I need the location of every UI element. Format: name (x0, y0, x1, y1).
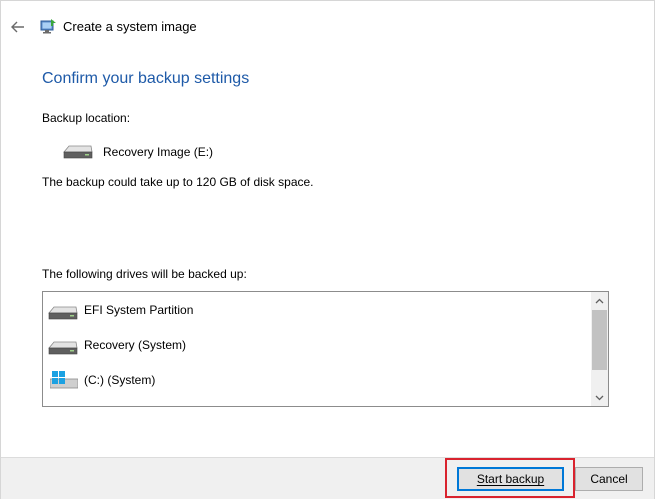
list-item[interactable]: (C:) (System) (48, 371, 588, 393)
list-item[interactable]: Recovery (System) (48, 336, 588, 358)
backup-location-label: Backup location: (42, 111, 131, 125)
scroll-down-button[interactable] (591, 389, 608, 406)
drive-name: EFI System Partition (84, 303, 194, 317)
title-bar: Create a system image (1, 1, 654, 53)
start-backup-button[interactable]: Start backup (457, 467, 564, 491)
scrollbar-thumb[interactable] (592, 310, 607, 370)
window-title: Create a system image (63, 19, 197, 34)
drive-name: Recovery (System) (84, 338, 187, 352)
back-arrow-icon (11, 21, 24, 33)
drives-list[interactable]: EFI System Partition Recovery (System) (… (42, 291, 609, 407)
drive-name: (C:) (System) (84, 373, 156, 387)
create-system-image-window: Create a system image Confirm your backu… (0, 0, 655, 499)
cancel-button[interactable]: Cancel (575, 467, 643, 491)
drives-label: The following drives will be backed up: (42, 267, 247, 281)
hard-drive-icon (63, 145, 93, 159)
system-image-backup-icon (40, 19, 56, 34)
list-item[interactable]: EFI System Partition (48, 301, 588, 323)
chevron-up-icon (595, 298, 604, 303)
chevron-down-icon (595, 395, 604, 400)
windows-logo-icon (50, 371, 78, 389)
vertical-scrollbar[interactable] (591, 292, 608, 406)
dialog-footer: Start backup Cancel (1, 457, 654, 499)
backup-location-name: Recovery Image (E:) (103, 145, 214, 159)
hard-drive-icon (48, 306, 78, 320)
start-backup-label: Start backup (476, 472, 545, 486)
page-heading: Confirm your backup settings (42, 70, 250, 87)
scroll-up-button[interactable] (591, 292, 608, 309)
hard-drive-icon (48, 341, 78, 355)
back-button[interactable] (7, 16, 29, 38)
disk-space-note: The backup could take up to 120 GB of di… (42, 175, 314, 189)
